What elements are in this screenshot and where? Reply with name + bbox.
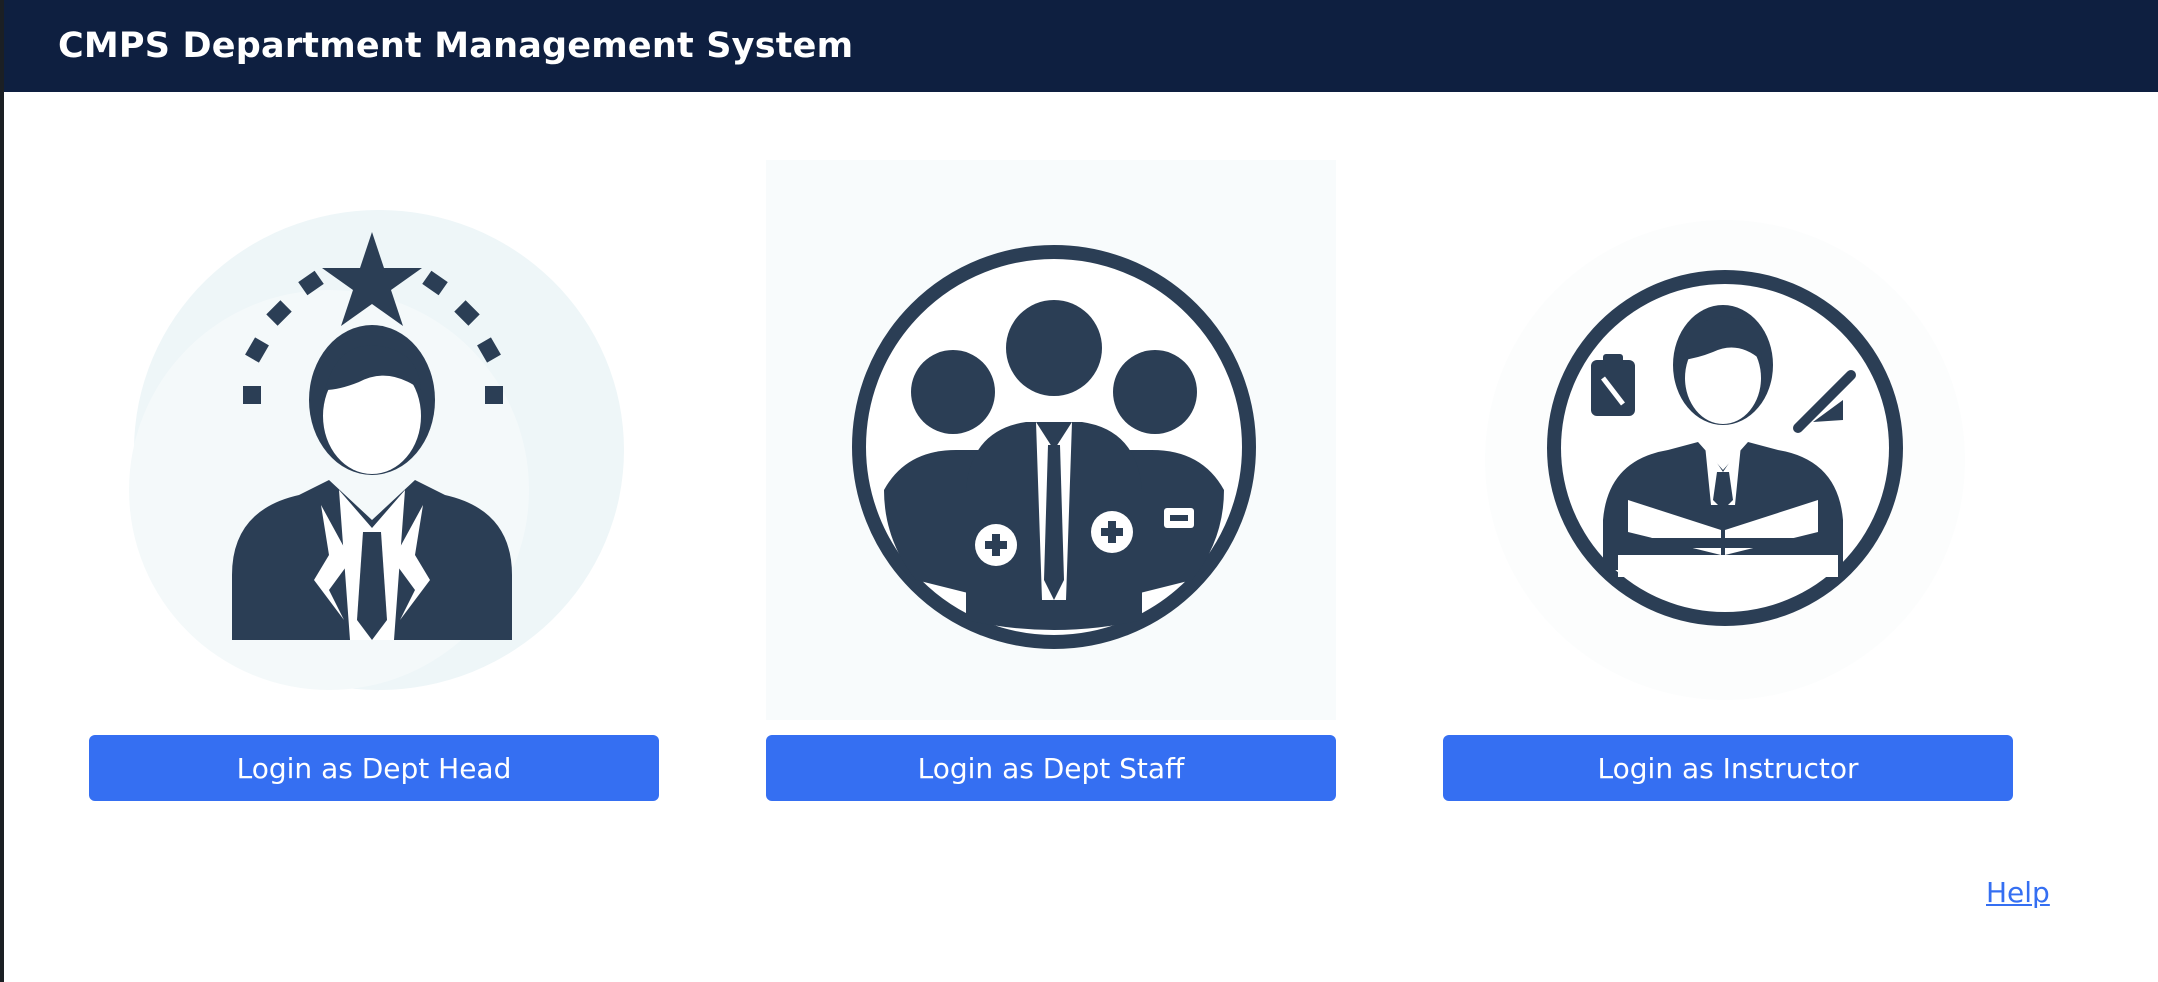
instructor-icon — [1485, 220, 1965, 700]
app-title: CMPS Department Management System — [58, 26, 854, 66]
role-card-dept-staff: Login as Dept Staff — [766, 160, 1336, 801]
dept-head-icon — [129, 210, 624, 690]
app-header: CMPS Department Management System — [4, 0, 2158, 92]
role-card-instructor: Login as Instructor — [1443, 160, 2013, 801]
help-link[interactable]: Help — [1986, 876, 2050, 909]
role-card-dept-head: Login as Dept Head — [89, 160, 659, 801]
login-instructor-button[interactable]: Login as Instructor — [1443, 735, 2013, 801]
login-dept-staff-button[interactable]: Login as Dept Staff — [766, 735, 1336, 801]
window-frame-edge — [0, 0, 4, 982]
dept-staff-icon — [766, 160, 1336, 720]
login-dept-head-button[interactable]: Login as Dept Head — [89, 735, 659, 801]
